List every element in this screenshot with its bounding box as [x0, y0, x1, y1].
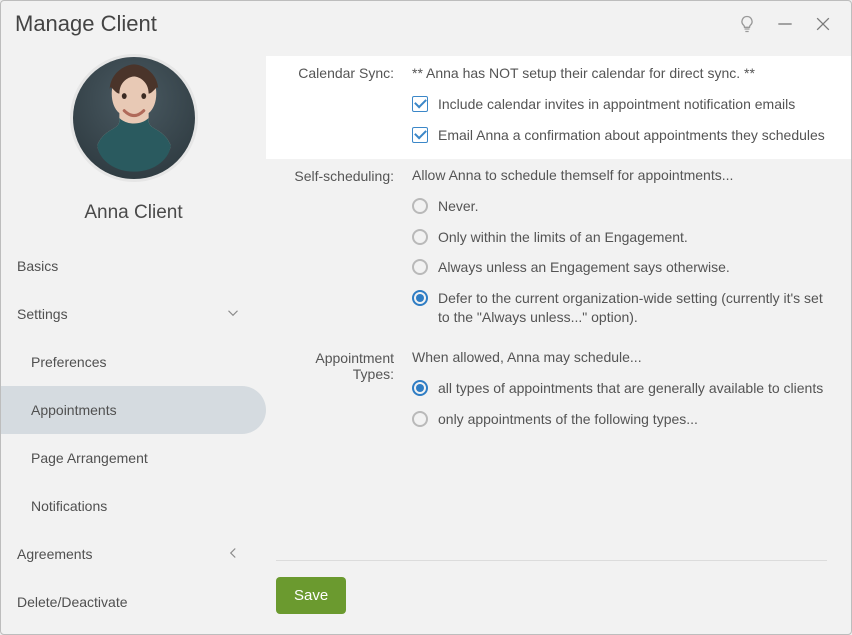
avatar: [70, 54, 198, 182]
titlebar: Manage Client: [1, 1, 851, 46]
main-panel: Calendar Sync: ** Anna has NOT setup the…: [266, 46, 851, 634]
self-sched-engagement-row[interactable]: Only within the limits of an Engagement.: [412, 222, 827, 253]
sidebar-item-label: Agreements: [17, 546, 92, 562]
chevron-left-icon: [224, 544, 242, 565]
self-sched-never-label: Never.: [438, 197, 827, 216]
body: Anna Client Basics Settings Preferences …: [1, 46, 851, 634]
sidebar-item-label: Appointments: [31, 402, 117, 418]
email-confirmation-row[interactable]: Email Anna a confirmation about appointm…: [412, 120, 827, 151]
sidebar-item-page-arrangement[interactable]: Page Arrangement: [1, 434, 266, 482]
save-button[interactable]: Save: [276, 577, 346, 614]
email-confirmation-checkbox[interactable]: [412, 127, 428, 143]
chevron-down-icon: [224, 304, 242, 325]
sidebar-item-label: Basics: [17, 258, 58, 274]
self-scheduling-section: Self-scheduling: Allow Anna to schedule …: [276, 159, 827, 341]
sidebar-item-preferences[interactable]: Preferences: [1, 338, 266, 386]
sidebar-item-settings[interactable]: Settings: [1, 290, 266, 338]
self-sched-engagement-label: Only within the limits of an Engagement.: [438, 228, 827, 247]
self-scheduling-label: Self-scheduling:: [276, 167, 412, 333]
appt-all-row[interactable]: all types of appointments that are gener…: [412, 373, 827, 404]
include-invites-label: Include calendar invites in appointment …: [438, 95, 827, 114]
self-sched-defer-row[interactable]: Defer to the current organization-wide s…: [412, 283, 827, 333]
appointment-types-label: Appointment Types:: [276, 349, 412, 435]
footer: Save: [276, 560, 827, 614]
calendar-sync-label: Calendar Sync:: [276, 64, 412, 151]
hint-icon[interactable]: [733, 10, 761, 38]
appt-only-row[interactable]: only appointments of the following types…: [412, 404, 827, 435]
sidebar-item-label: Notifications: [31, 498, 107, 514]
calendar-sync-status: ** Anna has NOT setup their calendar for…: [412, 64, 827, 89]
appt-only-label: only appointments of the following types…: [438, 410, 827, 429]
sidebar-item-label: Page Arrangement: [31, 450, 148, 466]
manage-client-window: Manage Client: [0, 0, 852, 635]
minimize-icon[interactable]: [771, 10, 799, 38]
close-icon[interactable]: [809, 10, 837, 38]
include-invites-row[interactable]: Include calendar invites in appointment …: [412, 89, 827, 120]
client-name: Anna Client: [84, 202, 182, 224]
self-sched-defer-label: Defer to the current organization-wide s…: [438, 289, 827, 327]
self-sched-always-radio[interactable]: [412, 259, 428, 275]
appt-all-label: all types of appointments that are gener…: [438, 379, 827, 398]
self-sched-never-row[interactable]: Never.: [412, 191, 827, 222]
self-sched-never-radio[interactable]: [412, 198, 428, 214]
window-title: Manage Client: [15, 11, 723, 37]
self-scheduling-intro: Allow Anna to schedule themself for appo…: [412, 167, 827, 191]
sidebar: Anna Client Basics Settings Preferences …: [1, 46, 266, 634]
client-header: Anna Client: [1, 54, 266, 242]
appointment-types-section: Appointment Types: When allowed, Anna ma…: [276, 341, 827, 443]
appt-only-radio[interactable]: [412, 411, 428, 427]
appt-all-radio[interactable]: [412, 380, 428, 396]
sidebar-item-label: Settings: [17, 306, 68, 322]
sidebar-item-basics[interactable]: Basics: [1, 242, 266, 290]
sidebar-item-label: Preferences: [31, 354, 106, 370]
sidebar-item-appointments[interactable]: Appointments: [1, 386, 266, 434]
appointment-types-intro: When allowed, Anna may schedule...: [412, 349, 827, 373]
self-sched-engagement-radio[interactable]: [412, 229, 428, 245]
self-sched-always-row[interactable]: Always unless an Engagement says otherwi…: [412, 252, 827, 283]
self-sched-always-label: Always unless an Engagement says otherwi…: [438, 258, 827, 277]
sidebar-item-delete[interactable]: Delete/Deactivate: [1, 578, 266, 626]
sidebar-item-notifications[interactable]: Notifications: [1, 482, 266, 530]
include-invites-checkbox[interactable]: [412, 96, 428, 112]
email-confirmation-label: Email Anna a confirmation about appointm…: [438, 126, 827, 145]
sidebar-item-agreements[interactable]: Agreements: [1, 530, 266, 578]
sidebar-item-label: Delete/Deactivate: [17, 594, 128, 610]
calendar-sync-section: Calendar Sync: ** Anna has NOT setup the…: [266, 56, 851, 159]
self-sched-defer-radio[interactable]: [412, 290, 428, 306]
